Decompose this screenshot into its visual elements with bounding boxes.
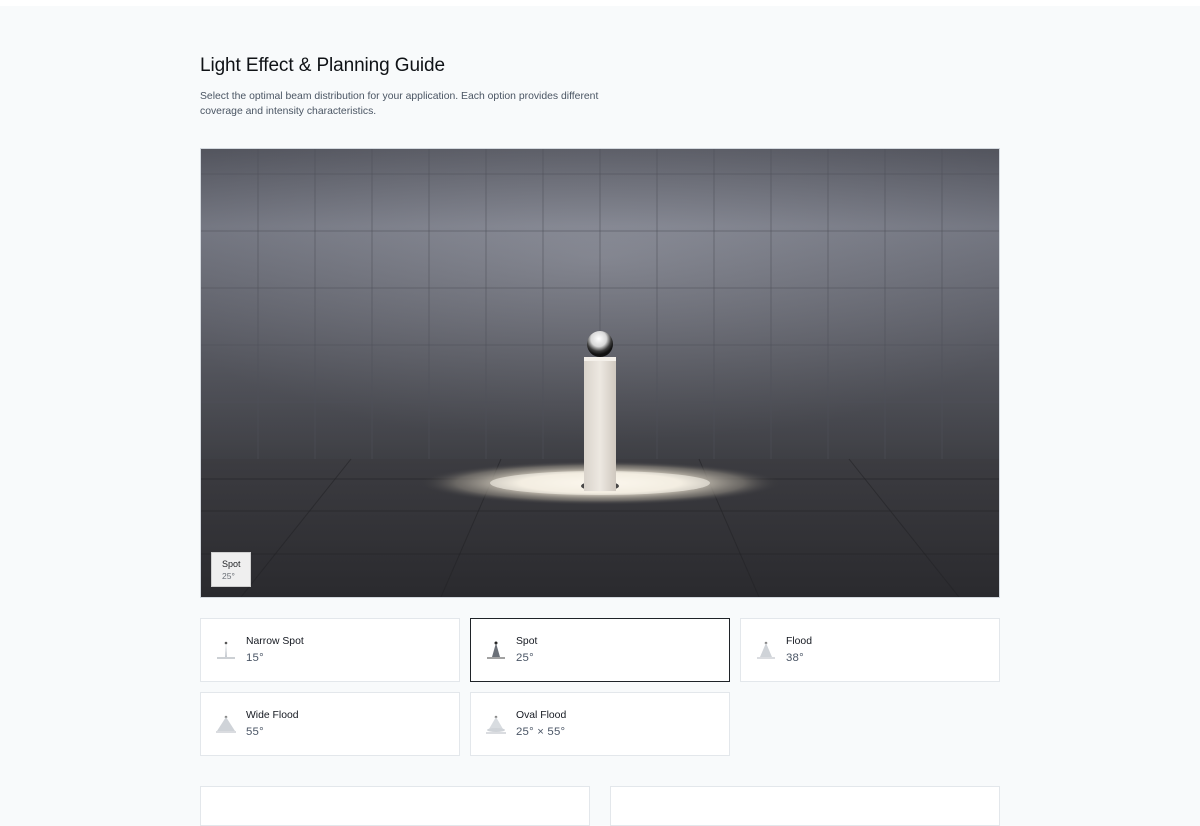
- option-name: Flood: [786, 636, 812, 647]
- option-angle: 55°: [246, 726, 264, 738]
- beam-preview-render: Spot 25°: [200, 148, 1000, 598]
- info-panel-left: [200, 786, 590, 826]
- option-name: Wide Flood: [246, 710, 299, 721]
- option-name: Narrow Spot: [246, 636, 304, 647]
- option-name: Oval Flood: [516, 710, 567, 721]
- top-strip: [0, 0, 1200, 6]
- preview-scene-illustration: [201, 149, 999, 597]
- page-description: Select the optimal beam distribution for…: [200, 91, 599, 117]
- narrow-spot-beam-icon: [217, 641, 235, 659]
- flood-beam-icon: [757, 641, 775, 659]
- beam-option-narrow-spot[interactable]: Narrow Spot 15°: [200, 618, 460, 682]
- option-angle: 15°: [246, 652, 264, 664]
- oval-flood-beam-icon: [486, 715, 506, 734]
- badge-beam-name: Spot: [222, 559, 241, 569]
- option-angle: 25° × 55°: [516, 726, 566, 738]
- badge-beam-angle: 25°: [222, 571, 235, 581]
- wide-flood-beam-icon: [216, 715, 236, 733]
- current-beam-badge: Spot 25°: [211, 552, 251, 587]
- beam-option-oval-flood[interactable]: Oval Flood 25° × 55°: [470, 692, 730, 756]
- page-title: Light Effect & Planning Guide: [200, 55, 445, 76]
- beam-option-wide-flood[interactable]: Wide Flood 55°: [200, 692, 460, 756]
- info-panel-right: [610, 786, 1000, 826]
- spot-beam-icon: [487, 641, 505, 659]
- beam-option-flood[interactable]: Flood 38°: [740, 618, 1000, 682]
- option-angle: 25°: [516, 652, 534, 664]
- beam-option-spot[interactable]: Spot 25°: [470, 618, 730, 682]
- option-name: Spot: [516, 636, 538, 647]
- option-angle: 38°: [786, 652, 804, 664]
